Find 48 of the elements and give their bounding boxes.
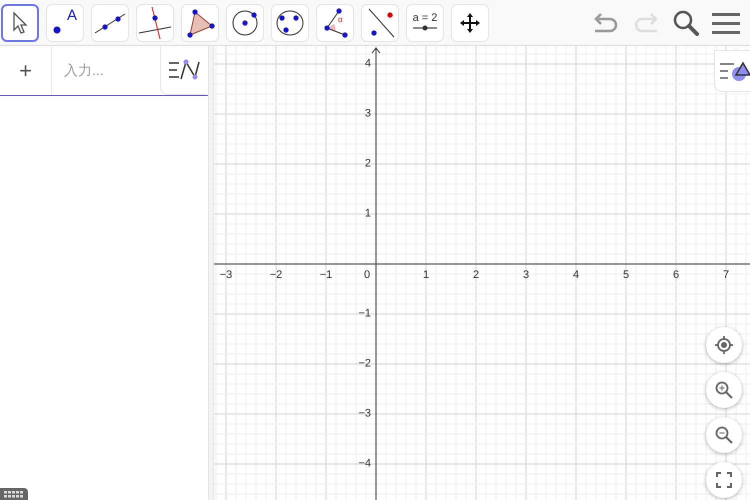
- input-field[interactable]: 入力...: [52, 46, 160, 95]
- algebra-style-icon: [166, 58, 200, 82]
- y-axis-label: −1: [358, 308, 371, 320]
- x-axis-label: −3: [220, 270, 232, 281]
- graphics-style-bar-button[interactable]: [714, 50, 750, 92]
- y-axis-label: 3: [364, 108, 371, 120]
- search-icon: [672, 8, 700, 36]
- redo-icon: [632, 10, 660, 34]
- keyboard-icon: [4, 490, 24, 498]
- perpendicular-line-icon: [137, 6, 173, 40]
- polygon-icon: [185, 8, 215, 38]
- y-axis-label: −3: [358, 408, 371, 420]
- tool-button[interactable]: a = 2: [406, 4, 444, 42]
- y-axis-label: −2: [358, 358, 371, 370]
- zoom-in-icon: [715, 381, 733, 399]
- x-axis-label: 7: [722, 270, 730, 281]
- x-axis-label: −1: [320, 270, 332, 281]
- undo-icon: [592, 10, 620, 34]
- zoom-out-button[interactable]: [706, 417, 742, 453]
- y-axis-label: −4: [358, 458, 371, 470]
- x-axis-label: 4: [572, 270, 580, 281]
- x-axis-label: 1: [422, 270, 430, 281]
- home-button[interactable]: [706, 327, 742, 363]
- x-axis-label: 5: [622, 270, 630, 281]
- x-axis-label: 3: [522, 270, 530, 281]
- tool-button[interactable]: A: [46, 4, 84, 42]
- origin-label: 0: [364, 270, 370, 281]
- zoom-out-icon: [715, 426, 733, 444]
- x-axis-label: −2: [270, 270, 282, 281]
- y-axis-label: 4: [364, 58, 371, 70]
- circle-through-points-icon: [275, 8, 305, 38]
- circle-icon: [230, 8, 260, 38]
- y-axis-label: 2: [364, 158, 371, 170]
- zoom-in-button[interactable]: [706, 372, 742, 408]
- fullscreen-icon: [716, 472, 732, 488]
- menu-icon: [712, 12, 740, 34]
- tool-button[interactable]: [1, 4, 39, 42]
- x-axis-label: 6: [672, 270, 680, 281]
- style-bar-button[interactable]: [160, 46, 206, 95]
- fullscreen-button[interactable]: [706, 462, 742, 498]
- x-axis-label: 2: [472, 270, 480, 281]
- keyboard-button[interactable]: [0, 488, 28, 500]
- y-axis-label: 1: [364, 208, 371, 220]
- graphics-style-icon: [718, 59, 750, 83]
- move-arrows-icon: [458, 10, 482, 34]
- arrow-pointer-icon: [11, 10, 29, 34]
- target-icon: [715, 336, 733, 354]
- add-button[interactable]: +: [0, 46, 52, 95]
